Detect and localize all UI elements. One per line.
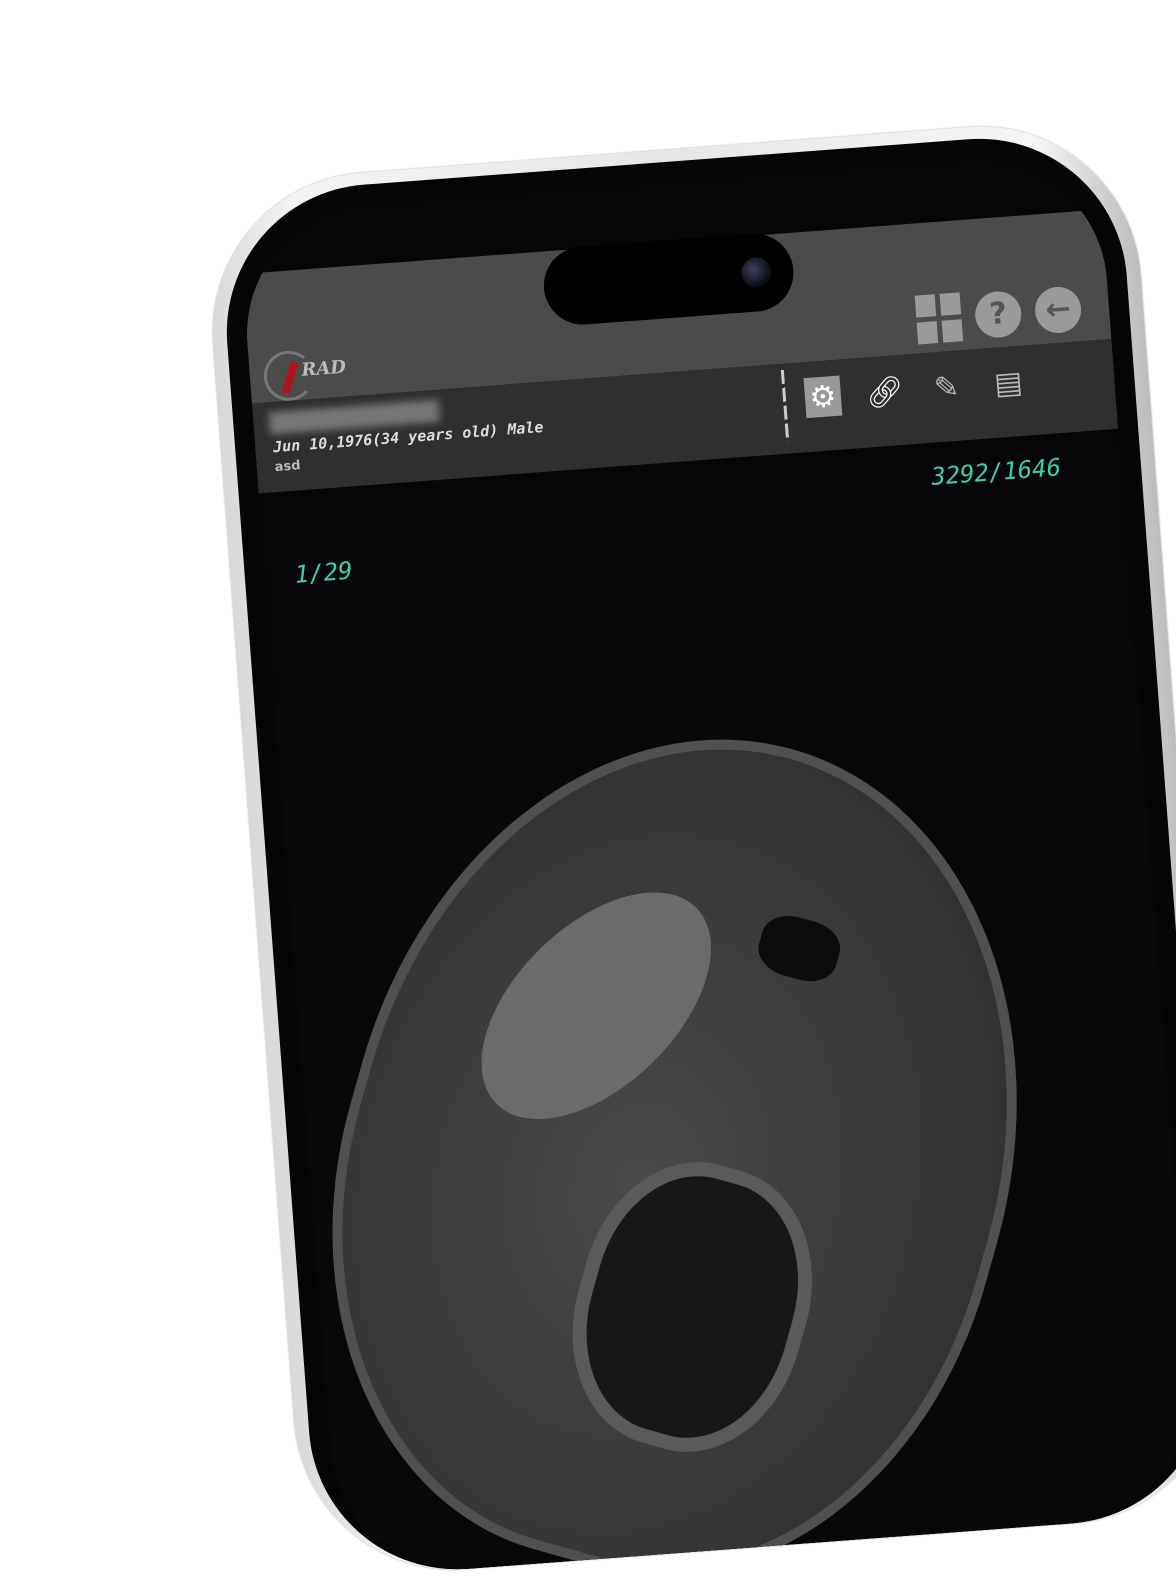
image-index-readout: 1/29 [293,556,354,589]
back-arrow-icon[interactable]: ← [1033,284,1083,335]
link-icon[interactable]: 🔗︎ [864,371,905,414]
mri-anatomy [247,660,1111,1579]
edit-icon[interactable]: ✎ [927,366,966,409]
patient-note: asd [274,458,302,476]
phone-screen: RAD ? ← Jun 10,1976(34 years old) Male a… [237,149,1176,1579]
divider [780,369,790,442]
app-logo: RAD [262,345,365,403]
grid-icon[interactable] [914,292,964,345]
settings-icon[interactable]: ⚙ [803,375,843,419]
document-icon[interactable]: ▤ [989,362,1028,405]
phone-frame: RAD ? ← Jun 10,1976(34 years old) Male a… [201,115,1176,1581]
logo-text: RAD [300,356,347,381]
camera-icon [740,256,773,289]
window-level-readout: 3292/1646 [930,453,1062,491]
mri-image[interactable] [247,638,1176,1579]
help-icon[interactable]: ? [973,289,1023,339]
stage: RAD ? ← Jun 10,1976(34 years old) Male a… [0,0,1176,1581]
phone-bezel: RAD ? ← Jun 10,1976(34 years old) Male a… [216,128,1176,1580]
